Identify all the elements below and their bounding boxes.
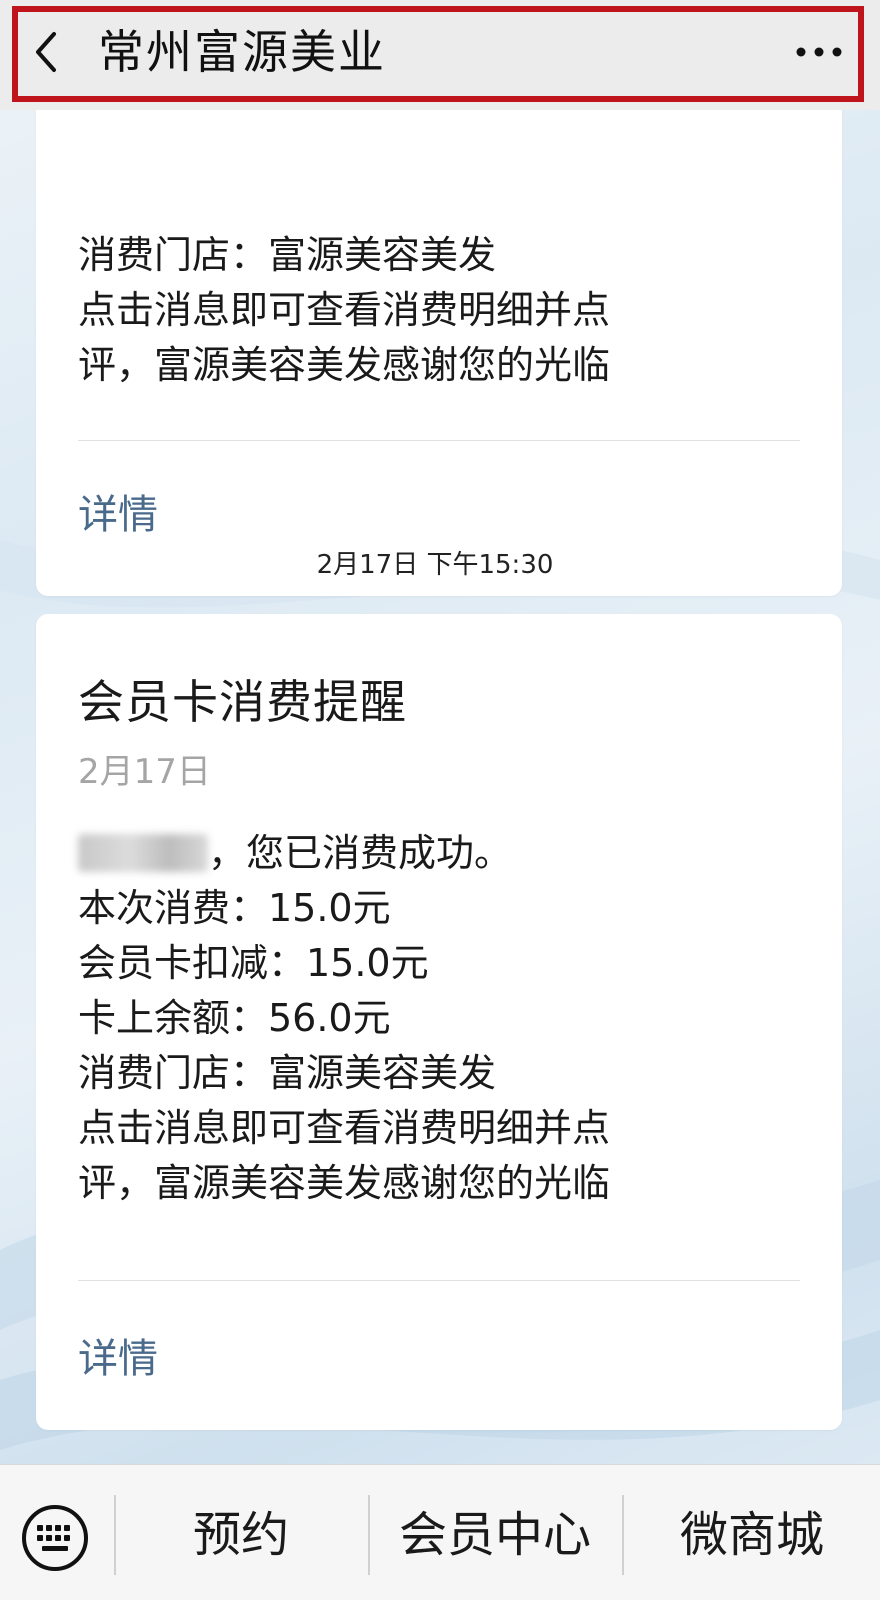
greeting-line: ，您已消费成功。 [78,826,798,881]
card-divider [78,1280,800,1281]
card-divider [78,440,800,441]
chevron-left-icon[interactable] [30,30,62,74]
keyboard-icon[interactable] [20,1503,90,1573]
message-date: 2月17日 [78,752,211,792]
message-line: 消费门店：富源美容美发 [78,233,497,277]
message-line: 会员卡扣减：15.0元 [78,941,429,985]
message-card[interactable]: 消费门店：富源美容美发 点击消息即可查看消费明细并点 评，富源美容美发感谢您的光… [36,110,842,596]
message-line: 评，富源美容美发感谢您的光临 [78,1161,611,1205]
menu-item-member-center[interactable]: 会员中心 [370,1495,620,1575]
message-line: 点击消息即可查看消费明细并点 [78,288,611,332]
message-line: 评，富源美容美发感谢您的光临 [78,343,611,387]
bottom-menu-bar: 预约 会员中心 微商城 [0,1464,880,1600]
menu-item-booking[interactable]: 预约 [116,1495,366,1575]
more-dots-icon[interactable] [794,40,844,64]
page-title: 常州富源美业 [98,25,386,79]
message-line: 消费门店：富源美容美发 [78,1051,497,1095]
message-timestamp: 2月17日 下午15:30 [300,542,570,588]
detail-link[interactable]: 详情 [78,1326,158,1384]
message-line: 本次消费：15.0元 [78,886,391,930]
detail-link[interactable]: 详情 [78,482,158,540]
redacted-name [78,834,208,872]
message-feed[interactable]: 消费门店：富源美容美发 点击消息即可查看消费明细并点 评，富源美容美发感谢您的光… [0,110,880,1464]
message-line: 卡上余额：56.0元 [78,996,391,1040]
message-title: 会员卡消费提醒 [78,675,407,729]
message-body: 消费门店：富源美容美发 点击消息即可查看消费明细并点 评，富源美容美发感谢您的光… [78,228,798,393]
message-body: ，您已消费成功。 本次消费：15.0元 会员卡扣减：15.0元 卡上余额：56.… [78,826,798,1211]
top-navigation-bar: 常州富源美业 [0,0,880,110]
message-card[interactable]: 会员卡消费提醒 2月17日 ，您已消费成功。 本次消费：15.0元 会员卡扣减：… [36,614,842,1430]
greeting-text: ，您已消费成功。 [208,831,513,875]
message-line: 点击消息即可查看消费明细并点 [78,1106,611,1150]
menu-item-mall[interactable]: 微商城 [624,1495,880,1575]
